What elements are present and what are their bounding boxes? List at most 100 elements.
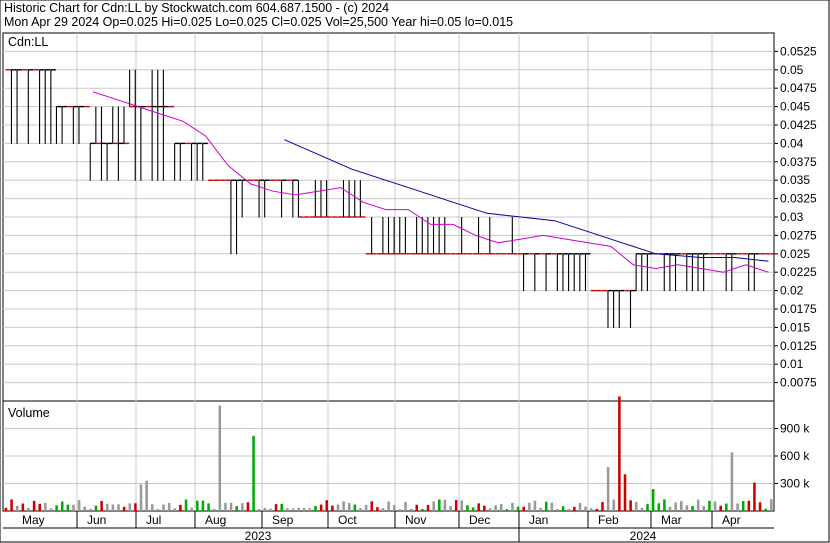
- price-tick-label: 0.0525: [780, 44, 817, 58]
- volume-bar: [376, 507, 379, 511]
- volume-bar: [741, 500, 745, 511]
- volume-bar: [156, 509, 160, 511]
- volume-bar: [27, 507, 30, 511]
- volume-bar: [60, 501, 64, 511]
- volume-bar: [454, 500, 458, 511]
- x-tick-label: Jul: [146, 513, 161, 527]
- x-tick-label: Jun: [87, 513, 106, 527]
- volume-bar: [505, 509, 509, 511]
- x-tick-label: Aug: [205, 513, 226, 527]
- volume-bar: [162, 504, 165, 511]
- volume-bar: [753, 482, 756, 511]
- volume-bar: [49, 508, 53, 511]
- price-tick-label: 0.0425: [780, 118, 817, 132]
- price-tick-label: 0.03: [780, 210, 804, 224]
- x-tick-label: Sep: [272, 513, 294, 527]
- volume-bar: [764, 508, 767, 511]
- volume-bar: [426, 504, 430, 511]
- volume-bar: [533, 500, 537, 511]
- volume-bar: [291, 508, 295, 511]
- price-tick-label: 0.0225: [780, 265, 817, 279]
- volume-bar: [747, 500, 751, 511]
- volume-bar: [736, 503, 739, 511]
- volume-bar: [246, 502, 250, 511]
- volume-bar: [111, 504, 115, 511]
- x-tick-label: Mar: [661, 513, 682, 527]
- volume-bar: [516, 506, 520, 511]
- volume-bar: [601, 502, 604, 511]
- price-tick-label: 0.05: [780, 63, 804, 77]
- volume-bar: [179, 504, 182, 511]
- volume-tick-label: 300 k: [780, 477, 810, 491]
- volume-bar: [393, 505, 396, 511]
- volume-bar: [522, 506, 525, 511]
- volume-bar: [72, 504, 75, 511]
- volume-bar: [674, 502, 677, 511]
- volume-bar: [725, 503, 728, 511]
- volume-bar: [573, 506, 576, 511]
- volume-bar: [511, 502, 514, 511]
- volume-bar: [477, 503, 480, 511]
- volume-panel-title: Volume: [8, 406, 50, 420]
- volume-bar: [730, 452, 734, 511]
- price-tick-label: 0.035: [780, 173, 810, 187]
- volume-bar: [331, 505, 334, 511]
- x-tick-label: May: [22, 513, 45, 527]
- volume-bar: [668, 506, 672, 511]
- volume-bar: [758, 502, 762, 511]
- x-tick-label: Apr: [722, 513, 741, 527]
- volume-bar: [494, 505, 497, 511]
- price-tick-label: 0.0125: [780, 339, 817, 353]
- price-tick-label: 0.01: [780, 357, 804, 371]
- volume-bar: [77, 500, 81, 511]
- volume-bar: [651, 489, 655, 511]
- volume-bar: [241, 503, 244, 511]
- volume-bar: [145, 480, 148, 511]
- volume-tick-label: 600 k: [780, 449, 810, 463]
- volume-bar: [212, 508, 216, 511]
- volume-bar: [499, 503, 503, 511]
- volume-bar: [606, 467, 610, 511]
- volume-bar: [719, 505, 722, 511]
- x-year-label: 2023: [245, 529, 272, 543]
- price-tick-label: 0.0475: [780, 81, 817, 95]
- price-tick-label: 0.045: [780, 100, 810, 114]
- chart-root: Historic Chart for Cdn:LL by Stockwatch.…: [0, 0, 830, 543]
- volume-bar: [359, 508, 362, 511]
- volume-bar: [708, 500, 711, 511]
- volume-bar: [460, 500, 464, 511]
- x-tick-label: Nov: [405, 513, 426, 527]
- volume-bar: [623, 474, 627, 511]
- volume-bar: [629, 500, 632, 511]
- volume-bar: [117, 504, 120, 511]
- volume-bar: [415, 504, 419, 511]
- volume-bar: [696, 499, 700, 511]
- volume-bar: [561, 506, 565, 511]
- volume-bar: [342, 501, 345, 511]
- volume-bar: [443, 499, 447, 511]
- price-tick-label: 0.0275: [780, 228, 817, 242]
- chart-canvas: May Jun Jul Aug Sep Oct Nov Dec Jan Feb Mar Apr 2023…: [0, 0, 830, 543]
- volume-bar: [387, 501, 390, 511]
- volume-bar: [646, 504, 649, 511]
- volume-bar: [297, 507, 300, 511]
- volume-bar: [370, 501, 374, 511]
- volume-bar: [589, 508, 593, 511]
- volume-bar: [483, 505, 486, 511]
- volume-bar: [466, 505, 469, 511]
- volume-bar: [691, 506, 694, 511]
- volume-bar: [105, 503, 109, 511]
- x-tick-label: Dec: [469, 513, 490, 527]
- volume-bar: [663, 499, 666, 511]
- price-tick-label: 0.0375: [780, 155, 817, 169]
- volume-bar: [190, 507, 193, 511]
- volume-bar: [364, 504, 368, 511]
- volume-bar: [556, 508, 559, 511]
- volume-bar: [173, 508, 177, 511]
- price-tick-label: 0.02: [780, 284, 804, 298]
- volume-bar: [702, 505, 706, 511]
- volume-bar: [544, 501, 548, 511]
- volume-bar: [196, 500, 199, 511]
- volume-bar: [252, 435, 255, 511]
- volume-bar: [32, 500, 36, 511]
